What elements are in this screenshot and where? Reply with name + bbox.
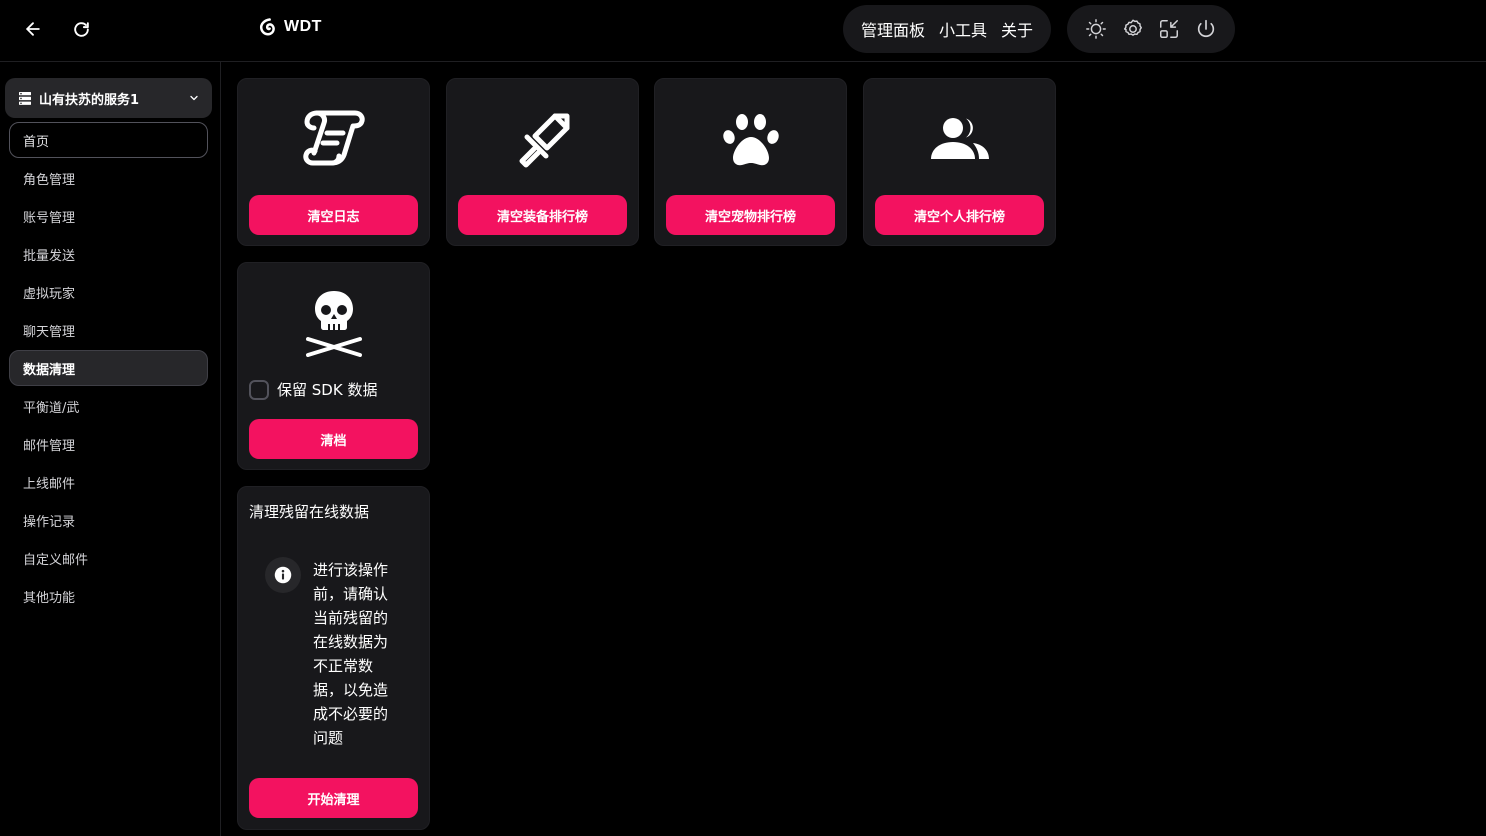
- refresh-icon: [73, 21, 89, 37]
- sidebar-menu: 首页 角色管理 账号管理 批量发送 虚拟玩家 聊天管理 数据清理 平衡道/武 邮…: [9, 122, 208, 616]
- main-nav: 管理面板 小工具 关于: [843, 5, 1051, 53]
- clear-equip-rank-card: 清空装备排行榜: [446, 78, 639, 246]
- keep-sdk-checkbox[interactable]: [249, 379, 269, 400]
- refresh-button[interactable]: [66, 14, 96, 44]
- top-bar: WDT 管理面板 小工具 关于: [0, 0, 1486, 62]
- power-button[interactable]: [1192, 15, 1220, 43]
- server-selector[interactable]: 山有扶苏的服务1: [5, 78, 212, 118]
- sidebar-item-other[interactable]: 其他功能: [9, 578, 208, 614]
- paw-icon: [722, 114, 779, 166]
- skull-crossbones-icon: [305, 291, 362, 357]
- scroll-icon: [302, 110, 365, 166]
- arrow-left-icon: [26, 22, 40, 36]
- power-icon: [1198, 19, 1215, 38]
- online-data-cleanup-card: 清理残留在线数据 进行该操作前，请确认当前残留的在线数据为不正常数据，以免造成不…: [237, 486, 430, 830]
- online-cleanup-title: 清理残留在线数据: [249, 503, 370, 521]
- sidebar-item-chat[interactable]: 聊天管理: [9, 312, 208, 348]
- users-icon: [930, 118, 989, 159]
- sword-icon: [519, 113, 569, 168]
- info-icon: [274, 566, 292, 584]
- chevron-down-icon: [190, 95, 198, 101]
- server-icon: [19, 91, 31, 105]
- sidebar-item-accounts[interactable]: 账号管理: [9, 198, 208, 234]
- wipe-button[interactable]: 清档: [249, 419, 418, 459]
- clear-personal-rank-button[interactable]: 清空个人排行榜: [875, 195, 1044, 235]
- sidebar-item-custom-mail[interactable]: 自定义邮件: [9, 540, 208, 576]
- sidebar-item-balance[interactable]: 平衡道/武: [9, 388, 208, 424]
- sidebar-item-logs[interactable]: 操作记录: [9, 502, 208, 538]
- nav-dashboard[interactable]: 管理面板: [861, 17, 925, 41]
- theme-toggle-button[interactable]: [1082, 15, 1110, 43]
- nav-about[interactable]: 关于: [1001, 17, 1033, 41]
- clear-equip-rank-button[interactable]: 清空装备排行榜: [458, 195, 627, 235]
- swirl-logo-icon: [259, 18, 275, 36]
- minimize-window-icon: [1160, 20, 1179, 38]
- nav-tools[interactable]: 小工具: [939, 17, 987, 41]
- settings-button[interactable]: [1119, 15, 1147, 43]
- sidebar: 山有扶苏的服务1 首页 角色管理 账号管理 批量发送 虚拟玩家 聊天管理 数据清…: [0, 62, 221, 836]
- online-cleanup-notice: 进行该操作前，请确认当前残留的在线数据为不正常数据，以免造成不必要的问题: [265, 557, 397, 750]
- sun-icon: [1085, 19, 1106, 39]
- online-cleanup-info-text: 进行该操作前，请确认当前残留的在线数据为不正常数据，以免造成不必要的问题: [313, 561, 389, 747]
- clear-personal-rank-card: 清空个人排行榜: [863, 78, 1056, 246]
- sidebar-item-login-mail[interactable]: 上线邮件: [9, 464, 208, 500]
- sidebar-item-batch-send[interactable]: 批量发送: [9, 236, 208, 272]
- sidebar-item-data-cleanup[interactable]: 数据清理: [9, 350, 208, 386]
- clear-pet-rank-card: 清空宠物排行榜: [654, 78, 847, 246]
- server-name: 山有扶苏的服务1: [39, 92, 140, 108]
- gear-icon: [1123, 19, 1142, 36]
- keep-sdk-label: 保留 SDK 数据: [277, 381, 378, 399]
- wipe-data-card: 保留 SDK 数据 清档: [237, 262, 430, 470]
- back-button[interactable]: [18, 14, 48, 44]
- start-clean-button[interactable]: 开始清理: [249, 778, 418, 818]
- brand-name: WDT: [284, 18, 322, 35]
- exit-fullscreen-button[interactable]: [1155, 15, 1183, 43]
- clear-log-button[interactable]: 清空日志: [249, 195, 418, 235]
- sidebar-item-home[interactable]: 首页: [9, 122, 208, 158]
- sidebar-item-mail[interactable]: 邮件管理: [9, 426, 208, 462]
- clear-log-card: 清空日志: [237, 78, 430, 246]
- toolbar-icons: [1067, 5, 1235, 53]
- info-badge: [265, 557, 301, 593]
- clear-pet-rank-button[interactable]: 清空宠物排行榜: [666, 195, 835, 235]
- sidebar-item-roles[interactable]: 角色管理: [9, 160, 208, 196]
- brand-logo[interactable]: WDT: [258, 16, 322, 38]
- sidebar-item-virtual-players[interactable]: 虚拟玩家: [9, 274, 208, 310]
- keep-sdk-checkbox-row[interactable]: 保留 SDK 数据: [249, 379, 377, 400]
